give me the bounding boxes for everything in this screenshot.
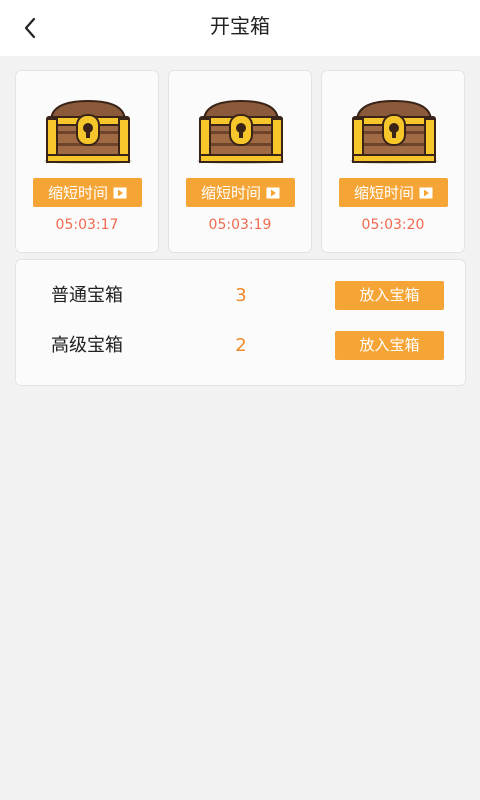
page-title: 开宝箱 bbox=[210, 14, 270, 38]
shorten-time-button[interactable]: 缩短时间 bbox=[186, 178, 295, 207]
shorten-time-label: 缩短时间 bbox=[353, 184, 414, 202]
inventory-count: 2 bbox=[235, 335, 247, 356]
put-in-chest-button[interactable]: 放入宝箱 bbox=[335, 281, 444, 310]
treasure-chest-icon bbox=[197, 99, 285, 164]
inventory-row-advanced: 高级宝箱 2 放入宝箱 bbox=[16, 331, 465, 361]
countdown-timer: 05:03:17 bbox=[55, 217, 119, 233]
chest-slot-1: 缩短时间 05:03:17 bbox=[15, 70, 159, 253]
chest-inventory-panel: 普通宝箱 3 放入宝箱 高级宝箱 2 放入宝箱 bbox=[15, 259, 466, 386]
inventory-label: 普通宝箱 bbox=[51, 285, 123, 306]
shorten-time-label: 缩短时间 bbox=[200, 184, 261, 202]
countdown-timer: 05:03:19 bbox=[208, 217, 272, 233]
play-icon bbox=[419, 187, 433, 198]
shorten-time-label: 缩短时间 bbox=[47, 184, 108, 202]
put-in-chest-button[interactable]: 放入宝箱 bbox=[335, 331, 444, 360]
play-icon bbox=[266, 187, 280, 198]
chest-slot-2: 缩短时间 05:03:19 bbox=[168, 70, 312, 253]
chest-slot-3: 缩短时间 05:03:20 bbox=[321, 70, 465, 253]
shorten-time-button[interactable]: 缩短时间 bbox=[33, 178, 142, 207]
inventory-row-normal: 普通宝箱 3 放入宝箱 bbox=[16, 281, 465, 311]
countdown-timer: 05:03:20 bbox=[361, 217, 425, 233]
play-icon bbox=[113, 187, 127, 198]
inventory-count: 3 bbox=[235, 285, 247, 306]
inventory-label: 高级宝箱 bbox=[51, 335, 123, 356]
treasure-chest-icon bbox=[44, 99, 132, 164]
treasure-chest-icon bbox=[350, 99, 438, 164]
app-header: 开宝箱 bbox=[0, 0, 480, 56]
shorten-time-button[interactable]: 缩短时间 bbox=[339, 178, 448, 207]
chest-slots: 缩短时间 05:03:17 缩短时间 05:03:19 缩短时间 05:03:2… bbox=[15, 70, 466, 253]
